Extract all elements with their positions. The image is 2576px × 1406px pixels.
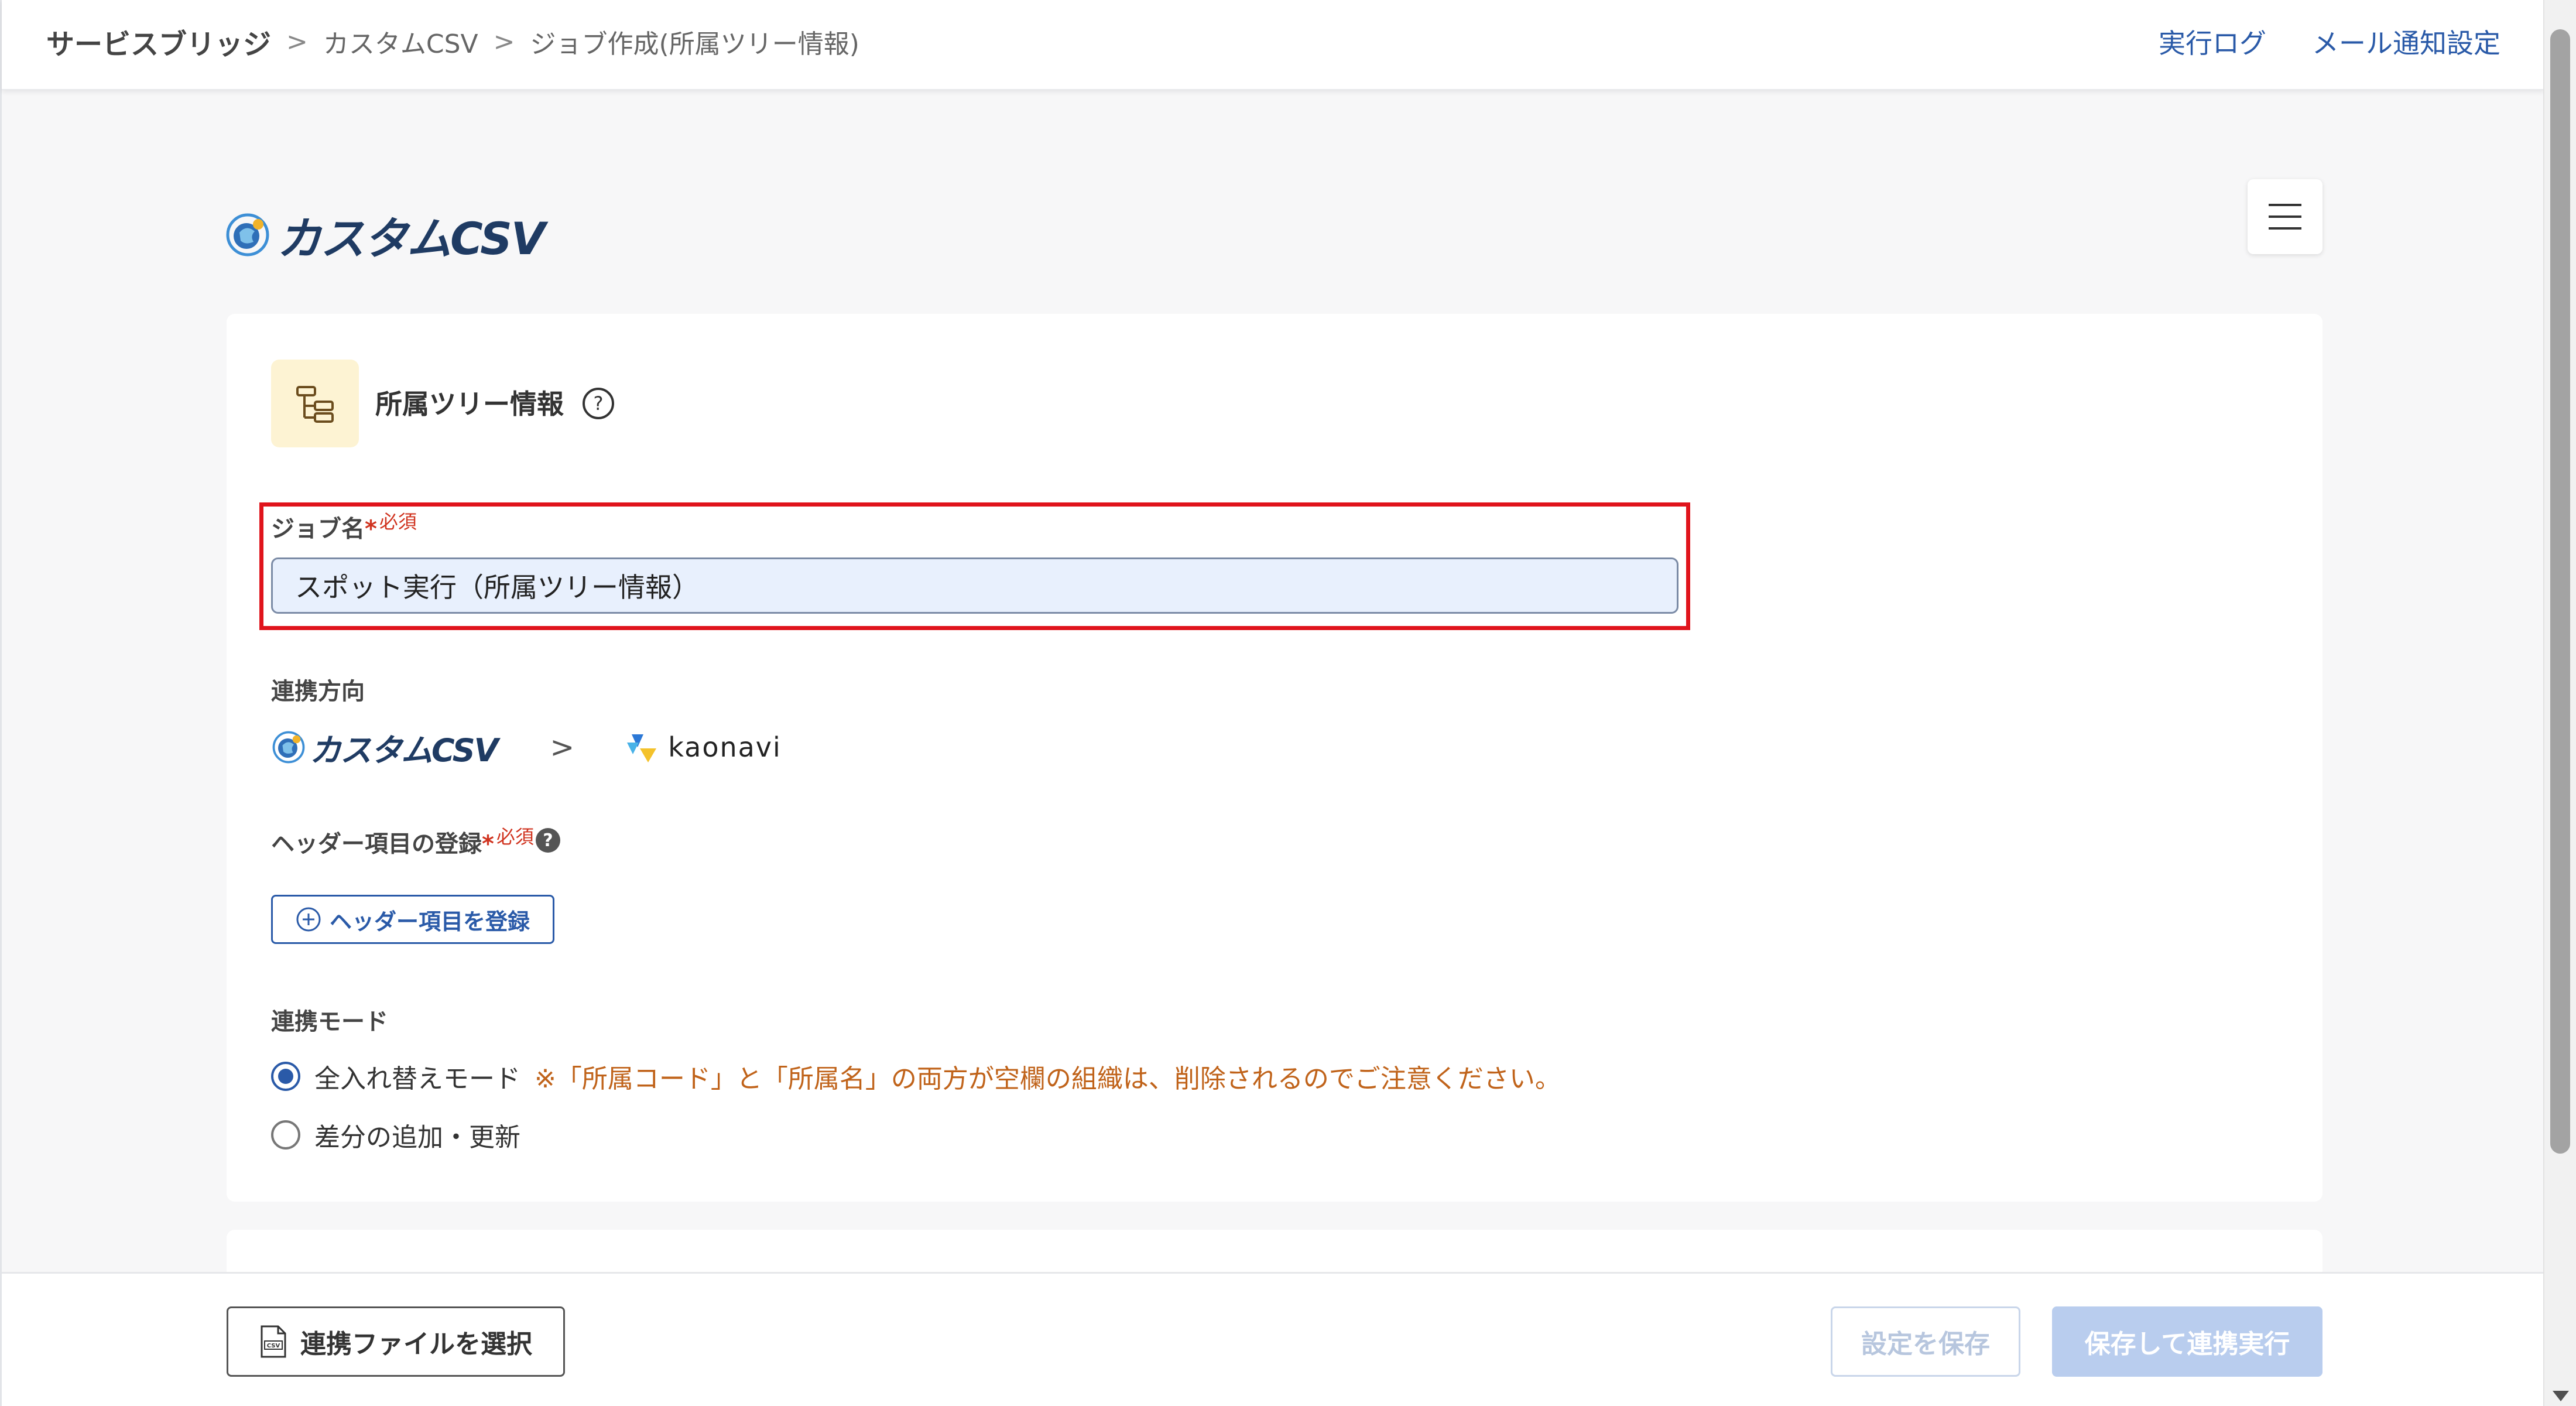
svg-text:CSV: CSV	[267, 1343, 280, 1349]
job-name-label: ジョブ名* 必須	[271, 507, 417, 543]
breadcrumb-separator-icon: >	[493, 26, 515, 57]
mode-option-diff-update[interactable]: 差分の追加・更新	[271, 1116, 520, 1154]
custom-csv-logo-icon	[272, 731, 305, 764]
vertical-scrollbar[interactable]	[2543, 0, 2576, 1406]
direction-target-name: kaonavi	[668, 731, 782, 763]
footer-bar: CSV 連携ファイルを選択 設定を保存 保存して連携実行	[2, 1272, 2545, 1406]
menu-button[interactable]	[2248, 179, 2322, 254]
required-star: *	[365, 515, 377, 543]
header-items-help-icon[interactable]: ?	[536, 828, 560, 853]
required-star: *	[482, 830, 494, 858]
top-links: 実行ログ メール通知設定	[2159, 21, 2500, 62]
plus-circle-icon	[296, 907, 321, 932]
register-header-items-button[interactable]: ヘッダー項目を登録	[271, 895, 554, 944]
job-name-input[interactable]	[271, 557, 1678, 614]
csv-file-icon: CSV	[261, 1325, 286, 1358]
top-bar: サービスブリッジ > カスタムCSV > ジョブ作成(所属ツリー情報) 実行ログ…	[2, 0, 2545, 90]
mode-option-full-replace[interactable]: 全入れ替えモード ※「所属コード」と「所属名」の両方が空欄の組織は、削除されるの…	[271, 1058, 1561, 1095]
question-circle-icon[interactable]: ?	[581, 386, 615, 420]
register-header-items-label: ヘッダー項目を登録	[329, 908, 530, 935]
radio-button-checked[interactable]	[271, 1062, 300, 1091]
custom-csv-logo-icon	[226, 213, 269, 256]
direction-label: 連携方向	[271, 678, 365, 705]
breadcrumb-separator-icon: >	[286, 26, 308, 57]
org-tree-icon	[296, 386, 334, 423]
execution-log-link[interactable]: 実行ログ	[2159, 22, 2266, 61]
mode-option-label: 差分の追加・更新	[314, 1123, 520, 1152]
chevron-right-icon: >	[550, 730, 575, 764]
brand-logo: カスタムCSV	[224, 203, 546, 267]
header-items-label-text: ヘッダー項目の登録	[271, 830, 482, 858]
hamburger-menu-icon	[2269, 204, 2301, 230]
breadcrumb: サービスブリッジ > カスタムCSV > ジョブ作成(所属ツリー情報)	[46, 21, 859, 62]
breadcrumb-item-service-bridge[interactable]: サービスブリッジ	[46, 21, 271, 62]
mode-label: 連携モード	[271, 1008, 388, 1035]
radio-button[interactable]	[271, 1120, 300, 1150]
direction-source: カスタムCSV	[271, 724, 498, 771]
select-file-label: 連携ファイルを選択	[300, 1329, 532, 1359]
help-text: ?	[594, 392, 604, 415]
scrollbar-thumb[interactable]	[2550, 29, 2570, 1154]
required-text: 必須	[496, 826, 534, 848]
breadcrumb-item-current: ジョブ作成(所属ツリー情報)	[530, 29, 859, 59]
save-settings-button[interactable]: 設定を保存	[1831, 1306, 2020, 1377]
mode-option-label: 全入れ替えモード	[314, 1064, 520, 1094]
required-text: 必須	[379, 511, 417, 533]
select-file-button[interactable]: CSV 連携ファイルを選択	[227, 1306, 565, 1377]
scroll-down-arrow-icon[interactable]	[2553, 1391, 2569, 1401]
section-icon-box	[271, 360, 359, 447]
direction-row: カスタムCSV > kaonavi	[271, 724, 782, 771]
brand-name: カスタムCSV	[277, 213, 546, 265]
job-name-label-text: ジョブ名	[271, 515, 365, 543]
header-items-label: ヘッダー項目の登録* 必須	[271, 822, 534, 858]
job-settings-card: 所属ツリー情報 ? ジョブ名*必須 連携方向 カスタムCSV >	[227, 314, 2322, 1202]
direction-target: kaonavi	[624, 731, 782, 764]
kaonavi-logo-icon	[627, 734, 657, 762]
mode-warning-note: ※「所属コード」と「所属名」の両方が空欄の組織は、削除されるのでご注意ください。	[535, 1064, 1561, 1094]
direction-source-name: カスタムCSV	[310, 731, 498, 769]
save-and-run-button[interactable]: 保存して連携実行	[2052, 1306, 2322, 1377]
app-window: サービスブリッジ > カスタムCSV > ジョブ作成(所属ツリー情報) 実行ログ…	[0, 0, 2545, 1406]
section-title: 所属ツリー情報	[375, 388, 564, 420]
mail-notification-settings-link[interactable]: メール通知設定	[2312, 22, 2500, 61]
breadcrumb-item-custom-csv[interactable]: カスタムCSV	[323, 23, 478, 60]
